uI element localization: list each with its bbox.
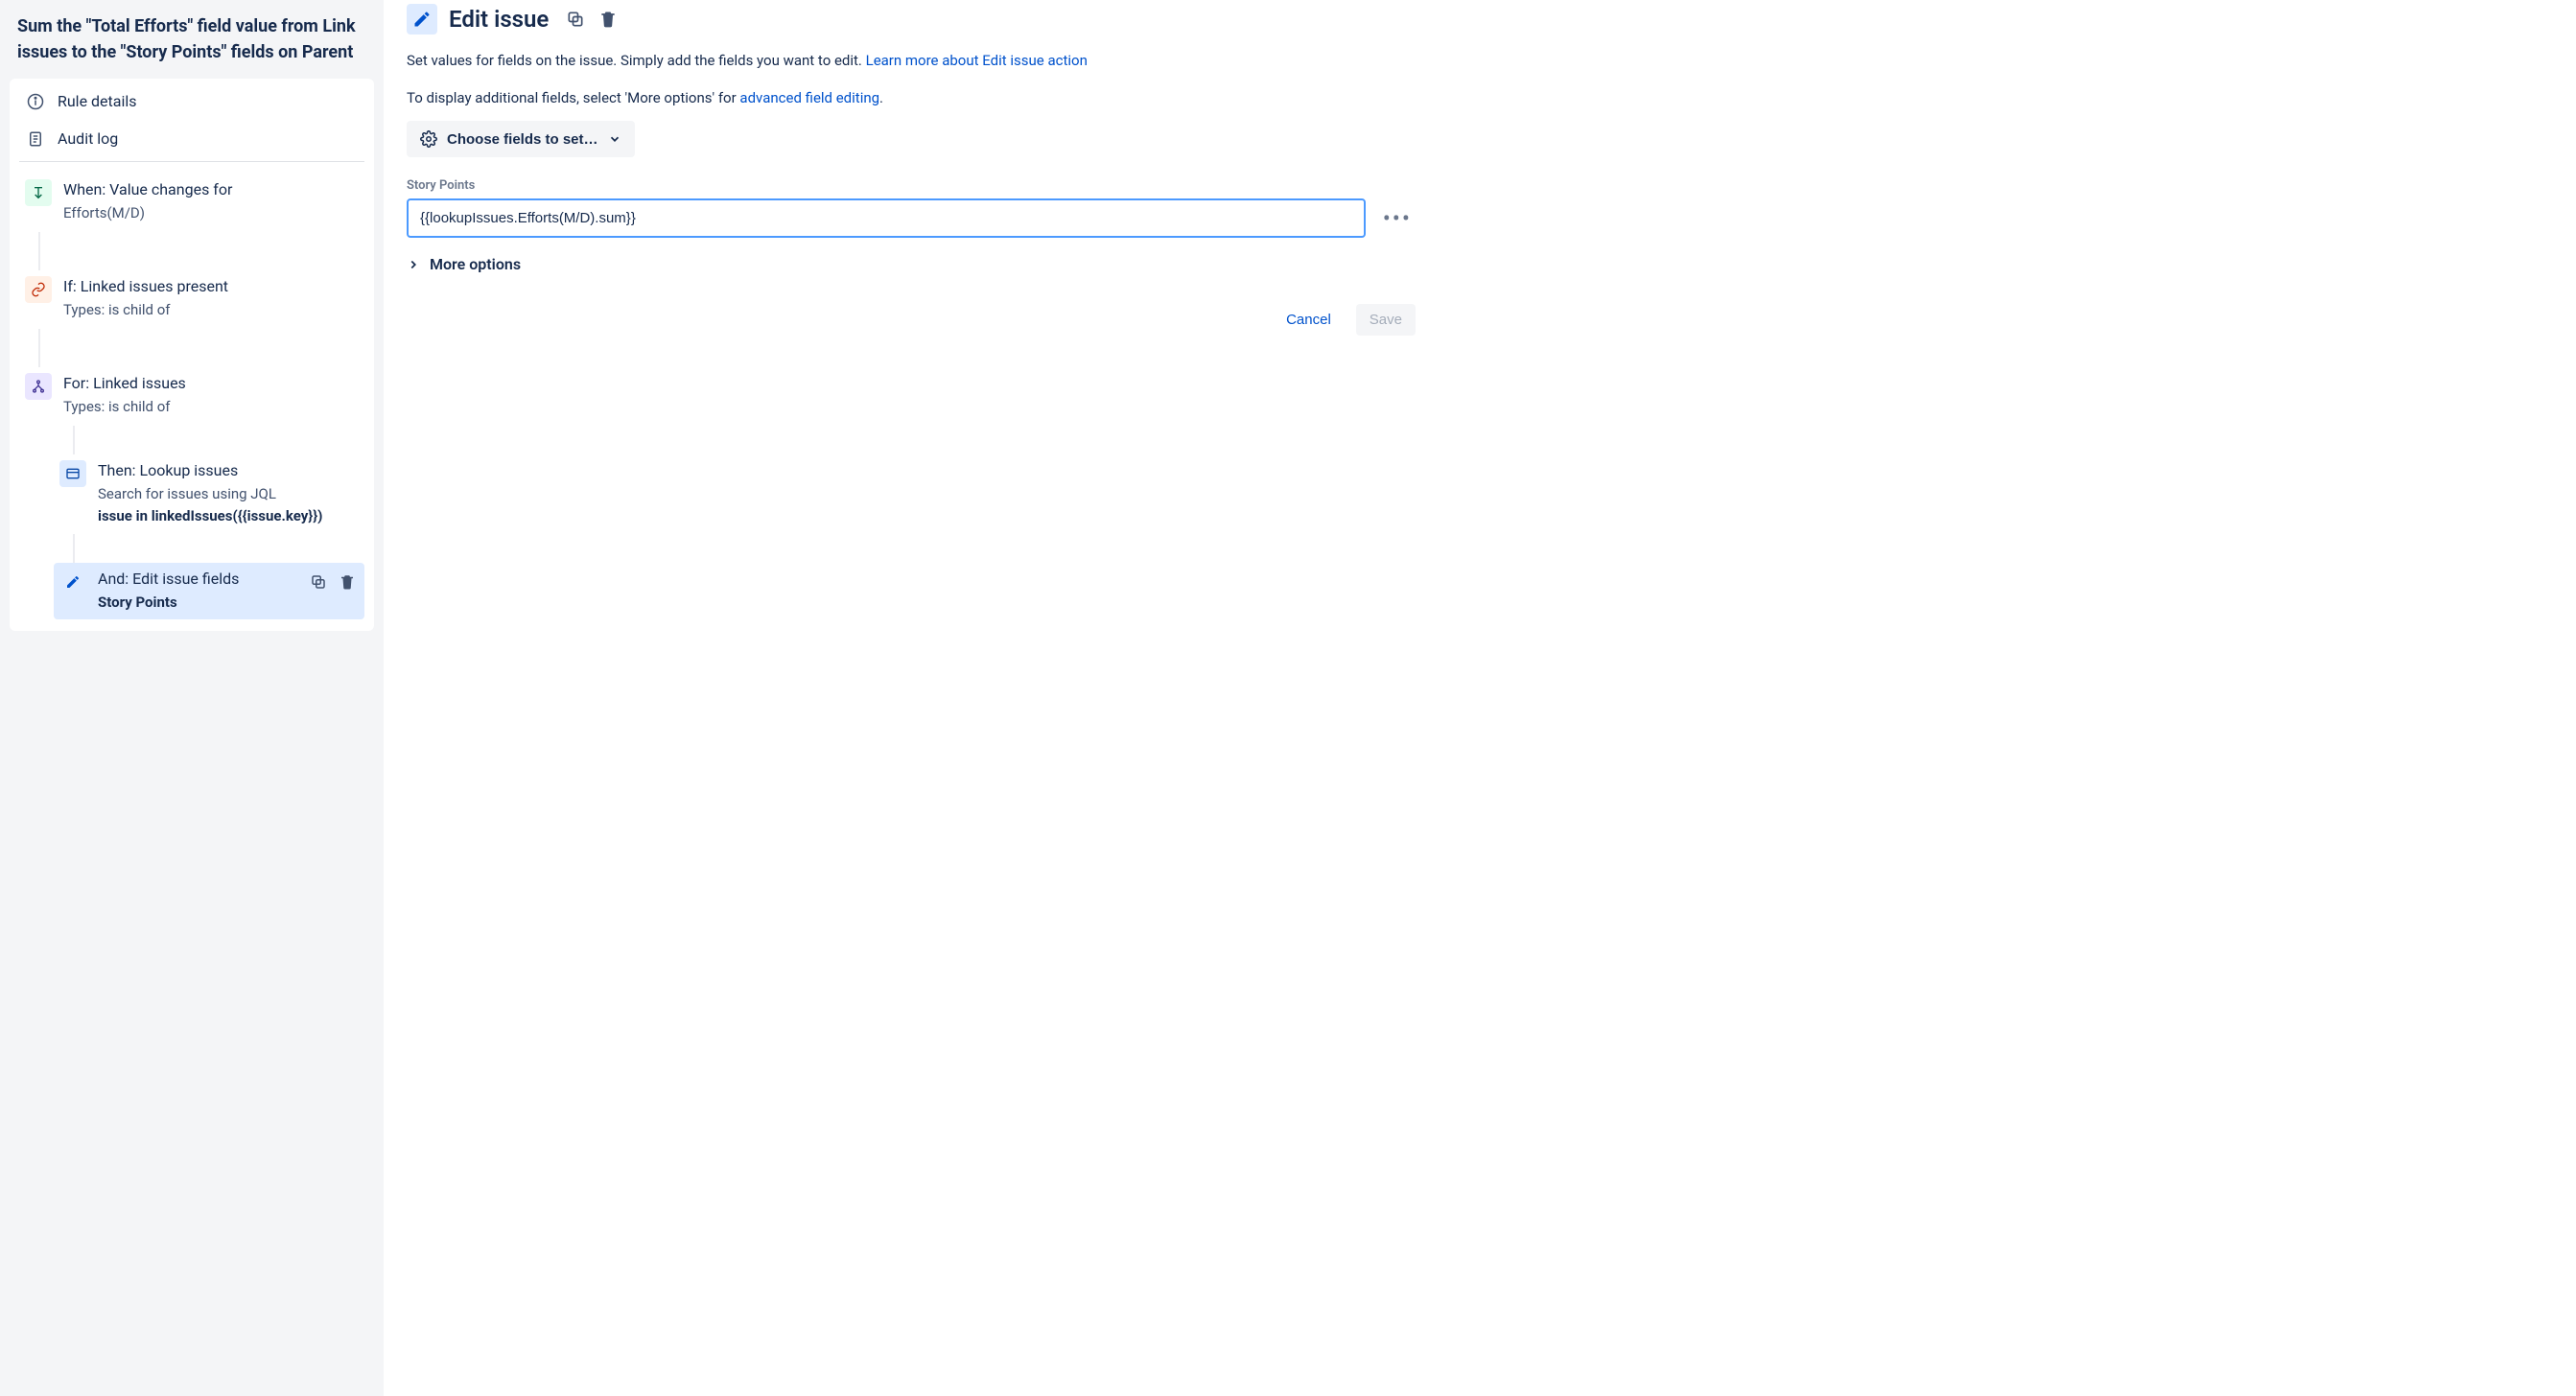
document-icon [27,130,44,148]
description-2: To display additional fields, select 'Mo… [407,86,1416,109]
chevron-down-icon [608,132,621,146]
trash-icon[interactable] [597,8,620,31]
gear-icon [420,130,437,148]
copy-icon[interactable] [307,570,330,593]
trash-icon[interactable] [336,570,359,593]
choose-fields-button[interactable]: Choose fields to set… [407,121,635,157]
step-sub: Efforts(M/D) [63,202,359,224]
trigger-icon [25,179,52,206]
nav-audit-log[interactable]: Audit log [10,120,374,157]
chevron-right-icon [407,258,420,271]
main-header: Edit issue [407,4,1416,35]
nav-rule-details[interactable]: Rule details [10,82,374,120]
field-label: Story Points [407,178,1416,193]
main-panel: Edit issue Set values for fields on the … [384,0,1439,1396]
step-trigger[interactable]: When: Value changes for Efforts(M/D) [19,174,364,230]
rule-sidebar: Sum the "Total Efforts" field value from… [0,0,384,1396]
step-branch[interactable]: For: Linked issues Types: is child of [19,367,364,424]
footer-actions: Cancel Save [407,304,1416,336]
step-sub: Types: is child of [63,396,359,418]
branch-children: Then: Lookup issues Search for issues us… [54,426,364,619]
step-title: If: Linked issues present [63,276,359,297]
step-title: When: Value changes for [63,179,359,200]
sidebar-panel: Rule details Audit log When: Value chang… [10,79,374,631]
info-icon [27,93,44,110]
step-edit-issue-fields[interactable]: And: Edit issue fields Story Points [54,563,364,619]
story-points-input[interactable] [407,198,1366,238]
learn-more-link[interactable]: Learn more about Edit issue action [866,52,1088,69]
step-sub: Story Points [98,592,295,614]
automation-steps: When: Value changes for Efforts(M/D) If:… [10,166,374,631]
nav-label: Rule details [58,92,137,110]
more-icon[interactable]: ••• [1379,207,1416,230]
cancel-button[interactable]: Cancel [1275,304,1343,336]
step-sub: Types: is child of [63,299,359,321]
step-sub: Search for issues using JQL issue in lin… [98,483,359,526]
description-1: Set values for fields on the issue. Simp… [407,49,1416,72]
branch-icon [25,373,52,400]
pencil-icon [407,4,437,35]
step-condition[interactable]: If: Linked issues present Types: is chil… [19,270,364,327]
link-icon [25,276,52,303]
nav-label: Audit log [58,129,118,148]
choose-fields-label: Choose fields to set… [447,131,598,148]
step-lookup-issues[interactable]: Then: Lookup issues Search for issues us… [54,454,364,532]
advanced-editing-link[interactable]: advanced field editing [739,89,879,106]
more-options-label: More options [430,255,521,273]
rule-title: Sum the "Total Efforts" field value from… [10,10,374,79]
lookup-icon [59,460,86,487]
step-title: For: Linked issues [63,373,359,394]
page-title: Edit issue [449,6,549,33]
step-title: And: Edit issue fields [98,569,295,590]
save-button[interactable]: Save [1356,304,1416,336]
step-title: Then: Lookup issues [98,460,359,481]
nav-divider [19,161,364,162]
more-options-toggle[interactable]: More options [407,255,521,273]
copy-icon[interactable] [564,8,587,31]
step-actions [307,569,359,593]
pencil-icon [59,569,86,595]
